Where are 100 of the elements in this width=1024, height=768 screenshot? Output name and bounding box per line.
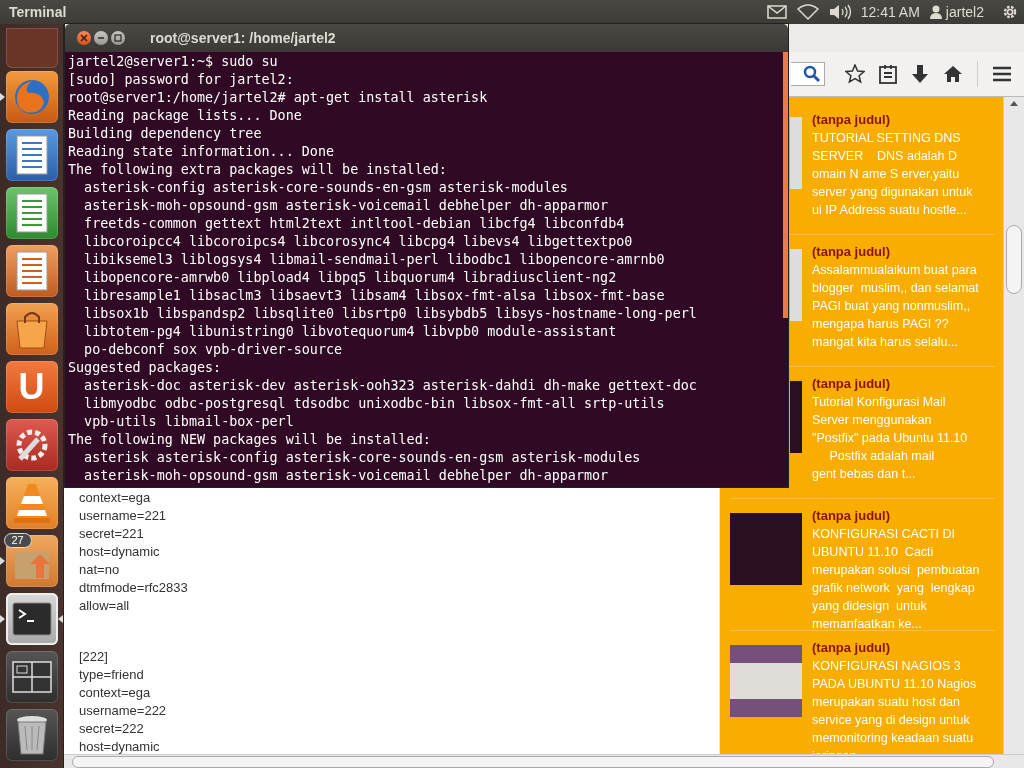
config-line: context=ega (79, 489, 152, 507)
search-field[interactable] (791, 62, 825, 86)
config-line: username=221 (79, 507, 168, 525)
user-icon (929, 5, 942, 19)
envelope-icon[interactable] (766, 5, 787, 19)
config-line: [222] (79, 648, 109, 666)
terminal-line: asterisk-moh-opsound-gsm asterisk-voicemail debhelper dh-apparmor (83, 197, 610, 215)
user-name[interactable]: jartel2 (945, 4, 984, 20)
terminal-line: [sudo] password for jartel2: (68, 71, 295, 89)
document-icon (15, 251, 48, 291)
maximize-button[interactable] (111, 31, 125, 45)
gear-icon[interactable] (1002, 4, 1018, 20)
config-line: username=222 (79, 702, 168, 720)
terminal-line: asterisk-moh-opsound-gsm asterisk-voicemail debhelper dh-apparmor (83, 467, 610, 485)
terminal-line: libcoroipcc4 libcoroipcs4 libcorosync4 libcpg4 libevs4 libgettextpo0 (83, 233, 634, 251)
terminal-line: libiksemel3 liblogsys4 libmail-sendmail-perl libodbc1 libopencore-amrnb0 (83, 251, 666, 269)
star-icon[interactable] (845, 64, 865, 84)
terminal-line: libsox1b libspandsp2 libsqlite0 libsrtp0 libsybdb5 libsys-hostname-long-perl (83, 305, 698, 323)
terminal-line: jartel2@server1:~$ sudo su (68, 53, 279, 71)
config-line: type=friend (79, 666, 145, 684)
download-icon[interactable] (911, 64, 929, 84)
window-title: root@server1: /home/jartel2 (150, 30, 336, 46)
focus-indicator (58, 615, 63, 623)
terminal-line: The following extra packages will be installed: (68, 161, 448, 179)
launcher-item[interactable] (5, 419, 58, 471)
post-title[interactable]: (tanpa judul) (812, 111, 995, 129)
thumbnail-placeholder[interactable] (730, 645, 802, 717)
minimize-button[interactable] (94, 31, 108, 45)
scrollbar-thumb[interactable] (783, 52, 788, 318)
terminal-line: libopencore-amrwb0 libpload4 libpq5 libquorum4 libradiusclient-ng2 (83, 269, 618, 287)
scrollbar-thumb[interactable] (1006, 225, 1022, 294)
thumbnail-placeholder[interactable] (790, 117, 802, 189)
terminal-line: freetds-common gettext html2text intltool-debian libcfg4 libconfdb4 (83, 215, 626, 233)
thumbnail-placeholder[interactable] (790, 381, 802, 453)
traffic-cone-icon (11, 482, 52, 524)
terminal-line: asterisk-doc asterisk-dev asterisk-ooh323 asterisk-dahdi dh-make gettext-doc (83, 377, 698, 395)
thumbnail-placeholder[interactable] (790, 249, 802, 321)
terminal-line: root@server1:/home/jartel2# apt-get install asterisk (68, 89, 489, 107)
terminal-line: The following NEW packages will be installed: (68, 431, 432, 449)
search-icon (803, 65, 821, 83)
launcher-item[interactable]: U (5, 361, 58, 413)
post-excerpt: KONFIGURASI CACTI DI UBUNTU 11.10 Cacti merupakan solusi pembuatan grafik network yang lengkap yang didesign untuk memanfaatkan ke... (812, 526, 981, 633)
launcher-item[interactable] (5, 303, 58, 355)
document-icon (15, 193, 48, 233)
config-line: nat=no (79, 561, 121, 579)
launcher-item[interactable] (5, 593, 58, 645)
launcher-item[interactable] (5, 651, 58, 703)
terminal-line: Reading state information... Done (68, 143, 336, 161)
app-title: Terminal (9, 4, 67, 20)
terminal-line: asterisk-config asterisk-core-sounds-en-gsm asterisk-modules (83, 179, 569, 197)
post-excerpt: Tutorial Konfigurasi Mail Server menggunakan "Postfix" pada Ubuntu 11.10 Postfix adalah mail gent bebas dan t... (812, 394, 969, 483)
workspaces-icon (11, 661, 52, 693)
horizontal-scrollbar[interactable] (64, 754, 1024, 768)
post-excerpt: TUTORIAL SETTING DNS SERVER DNS adalah D omain N ame S erver,yaitu server yang digunakan untuk ui IP Address suatu hostle... (812, 130, 974, 219)
launcher-item[interactable] (5, 71, 58, 123)
launcher-item[interactable] (5, 245, 58, 297)
launcher-item[interactable] (5, 709, 58, 761)
scroll-up-arrow-icon[interactable] (1010, 101, 1018, 106)
launcher-item[interactable]: 27 (5, 535, 58, 587)
menu-icon[interactable] (992, 66, 1012, 82)
document-icon (15, 135, 48, 175)
post-title[interactable]: (tanpa judul) (812, 639, 995, 657)
config-line: allow=all (79, 597, 131, 615)
close-button[interactable] (77, 31, 91, 45)
close-icon (80, 34, 88, 42)
config-line: host=dynamic (79, 543, 161, 561)
config-line: secret=222 (79, 720, 145, 738)
thumbnail-placeholder[interactable] (730, 513, 802, 585)
count-badge: 27 (3, 533, 32, 548)
trash-icon (14, 714, 49, 756)
wifi-icon[interactable] (796, 4, 819, 20)
home-icon[interactable] (943, 65, 963, 83)
terminal-line: Building dependency tree (68, 125, 263, 143)
launcher-item[interactable] (5, 187, 58, 239)
config-line: secret=221 (79, 525, 145, 543)
terminal-line: libresample1 libsaclm3 libsaevt3 libsam4 libsox-fmt-alsa libsox-fmt-base (83, 287, 666, 305)
volume-icon[interactable] (828, 4, 851, 20)
maximize-icon (114, 34, 122, 42)
launcher-glyph: U (18, 369, 45, 405)
post-title[interactable]: (tanpa judul) (812, 507, 995, 525)
terminal-line: asterisk asterisk-config asterisk-core-sounds-en-gsm asterisk-modules (83, 449, 642, 467)
terminal-line: libtotem-pg4 libunistring0 libvotequorum4 libvpb0 module-assistant (83, 323, 618, 341)
post-excerpt: Assalammualaikum buat para blogger muslim,, dan selamat PAGI buat yang nonmuslim,, mengapa harus PAGI ?? mangat kita harus selalu... (812, 262, 980, 351)
terminal-line: Reading package lists... Done (68, 107, 303, 125)
terminal-icon (11, 602, 52, 636)
terminal-line: Suggested packages: (68, 359, 223, 377)
vertical-scrollbar[interactable] (1003, 97, 1024, 754)
scrollbar-thumb[interactable] (72, 756, 994, 768)
config-line: host=dynamic (79, 738, 161, 756)
config-line: context=ega (79, 684, 152, 702)
clock[interactable]: 12:41 AM (860, 4, 920, 20)
launcher-item[interactable] (5, 129, 58, 181)
bookmarks-list-icon[interactable] (879, 64, 897, 84)
config-line: dtmfmode=rfc2833 (79, 579, 189, 597)
post-title[interactable]: (tanpa judul) (812, 243, 995, 261)
post-title[interactable]: (tanpa judul) (812, 375, 995, 393)
minimize-icon (97, 34, 105, 42)
launcher-item[interactable] (5, 477, 58, 529)
terminal-line: libmyodbc odbc-postgresql tdsodbc unixodbc-bin libsox-fmt-all srtp-utils (83, 395, 666, 413)
terminal-line: vpb-utils libmail-box-perl (83, 413, 295, 431)
